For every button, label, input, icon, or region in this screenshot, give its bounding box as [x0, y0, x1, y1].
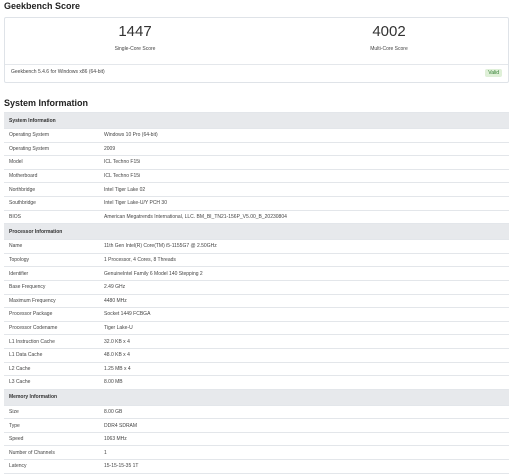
info-value: Intel Tiger Lake 02 — [99, 182, 509, 197]
info-key: BIOS — [4, 209, 99, 224]
info-value: 11th Gen Intel(R) Core(TM) i5-1155G7 @ 2… — [99, 239, 509, 254]
section-title: System Information — [4, 112, 509, 129]
info-key: Southbridge — [4, 195, 99, 211]
info-value: ICL Techno F15i — [99, 168, 509, 183]
info-key: Maximum Frequency — [4, 293, 99, 308]
info-value: GenuineIntel Family 6 Model 140 Stepping… — [99, 266, 509, 281]
info-row: Speed 1063 MHz — [4, 431, 509, 446]
info-value: 8.00 MB — [99, 375, 509, 390]
info-row: BIOS American Megatrends International, L… — [4, 209, 509, 224]
section-title: Processor Information — [4, 223, 509, 240]
section-header: Memory Information — [4, 388, 509, 406]
system-information-heading: System Information — [4, 98, 89, 108]
info-row: L1 Instruction Cache 32.0 KB x 4 — [4, 334, 509, 349]
info-row: Topology 1 Processor, 4 Cores, 8 Threads — [4, 252, 509, 267]
info-row: Type DDR4 SDRAM — [4, 418, 509, 433]
single-core-value: 1447 — [118, 23, 152, 40]
multi-core-value: 4002 — [372, 23, 406, 40]
info-row: Identifier GenuineIntel Family 6 Model 14… — [4, 266, 509, 281]
info-row: Maximum Frequency 4480 MHz — [4, 293, 509, 308]
info-key: Base Frequency — [4, 279, 99, 295]
info-row: L1 Data Cache 48.0 KB x 4 — [4, 347, 509, 362]
info-key: Processor Package — [4, 307, 99, 322]
page: Geekbench Score 1447 Single-Core Score 4… — [0, 0, 515, 474]
info-row: Size 8.00 GB — [4, 404, 509, 419]
info-key: Identifier — [4, 266, 99, 281]
info-value: DDR4 SDRAM — [99, 418, 509, 433]
card-divider — [5, 64, 508, 65]
info-row: Motherboard ICL Techno F15i — [4, 168, 509, 183]
info-key: Northbridge — [4, 182, 99, 197]
section-title: Memory Information — [4, 388, 509, 406]
info-row: Base Frequency 2.49 GHz — [4, 279, 509, 295]
info-row: L3 Cache 8.00 MB — [4, 375, 509, 390]
info-key: Speed — [4, 431, 99, 446]
info-key: Processor Codename — [4, 320, 99, 335]
info-row: L2 Cache 1.25 MB x 4 — [4, 361, 509, 376]
single-core-label: Single-Core Score — [114, 46, 156, 52]
section-header: System Information — [4, 112, 509, 129]
geekbench-score-heading: Geekbench Score — [4, 1, 81, 11]
info-key: Operating System — [4, 141, 99, 156]
score-card: 1447 Single-Core Score 4002 Multi-Core S… — [4, 17, 509, 83]
info-value: ICL Techno F15i — [99, 155, 509, 170]
info-value: 8.00 GB — [99, 404, 509, 419]
info-row: Latency 15-15-15-35 1T — [4, 459, 509, 474]
info-value: 1 — [99, 445, 509, 460]
info-key: Size — [4, 404, 99, 419]
section-header: Processor Information — [4, 223, 509, 240]
info-row: Northbridge Intel Tiger Lake 02 — [4, 182, 509, 197]
info-key: Motherboard — [4, 168, 99, 183]
info-value: 1 Processor, 4 Cores, 8 Threads — [99, 252, 509, 267]
info-value: 32.0 KB x 4 — [99, 334, 509, 349]
info-value: 1063 MHz — [99, 431, 509, 446]
info-row: Processor Package Socket 1449 FCBGA — [4, 307, 509, 322]
info-row: Processor Codename Tiger Lake-U — [4, 320, 509, 335]
info-key: L2 Cache — [4, 361, 99, 376]
info-row: Southbridge Intel Tiger Lake-U/Y PCH 30 — [4, 195, 509, 211]
info-key: L1 Instruction Cache — [4, 334, 99, 349]
info-row: Name 11th Gen Intel(R) Core(TM) i5-1155G7… — [4, 239, 509, 254]
info-key: Latency — [4, 459, 99, 474]
valid-badge: Valid — [485, 69, 502, 77]
info-value: 1.25 MB x 4 — [99, 361, 509, 376]
info-value: 15-15-15-35 1T — [99, 459, 509, 474]
info-key: Type — [4, 418, 99, 433]
single-core-score: 1447 Single-Core Score — [35, 23, 235, 52]
info-value: 2009 — [99, 141, 509, 156]
info-row: Number of Channels 1 — [4, 445, 509, 460]
system-info-table: System Information Operating System Window… — [4, 112, 509, 474]
info-value: American Megatrends International, LLC. … — [99, 209, 509, 224]
info-key: L3 Cache — [4, 375, 99, 390]
info-value: 2.49 GHz — [99, 279, 509, 295]
info-key: Topology — [4, 252, 99, 267]
info-key: L1 Data Cache — [4, 347, 99, 362]
info-row: Operating System Windows 10 Pro (64-bit) — [4, 128, 509, 143]
info-value: 4480 MHz — [99, 293, 509, 308]
info-key: Number of Channels — [4, 445, 99, 460]
info-value: Tiger Lake-U — [99, 320, 509, 335]
geekbench-version: Geekbench 5.4.6 for Windows x86 (64-bit) — [11, 69, 105, 75]
info-row: Model ICL Techno F15i — [4, 155, 509, 170]
info-value: Socket 1449 FCBGA — [99, 307, 509, 322]
info-key: Name — [4, 239, 99, 254]
info-value: 48.0 KB x 4 — [99, 347, 509, 362]
info-key: Operating System — [4, 128, 99, 143]
info-value: Windows 10 Pro (64-bit) — [99, 128, 509, 143]
info-row: Operating System 2009 — [4, 141, 509, 156]
info-key: Model — [4, 155, 99, 170]
multi-core-label: Multi-Core Score — [370, 46, 408, 52]
multi-core-score: 4002 Multi-Core Score — [289, 23, 489, 52]
info-value: Intel Tiger Lake-U/Y PCH 30 — [99, 195, 509, 211]
